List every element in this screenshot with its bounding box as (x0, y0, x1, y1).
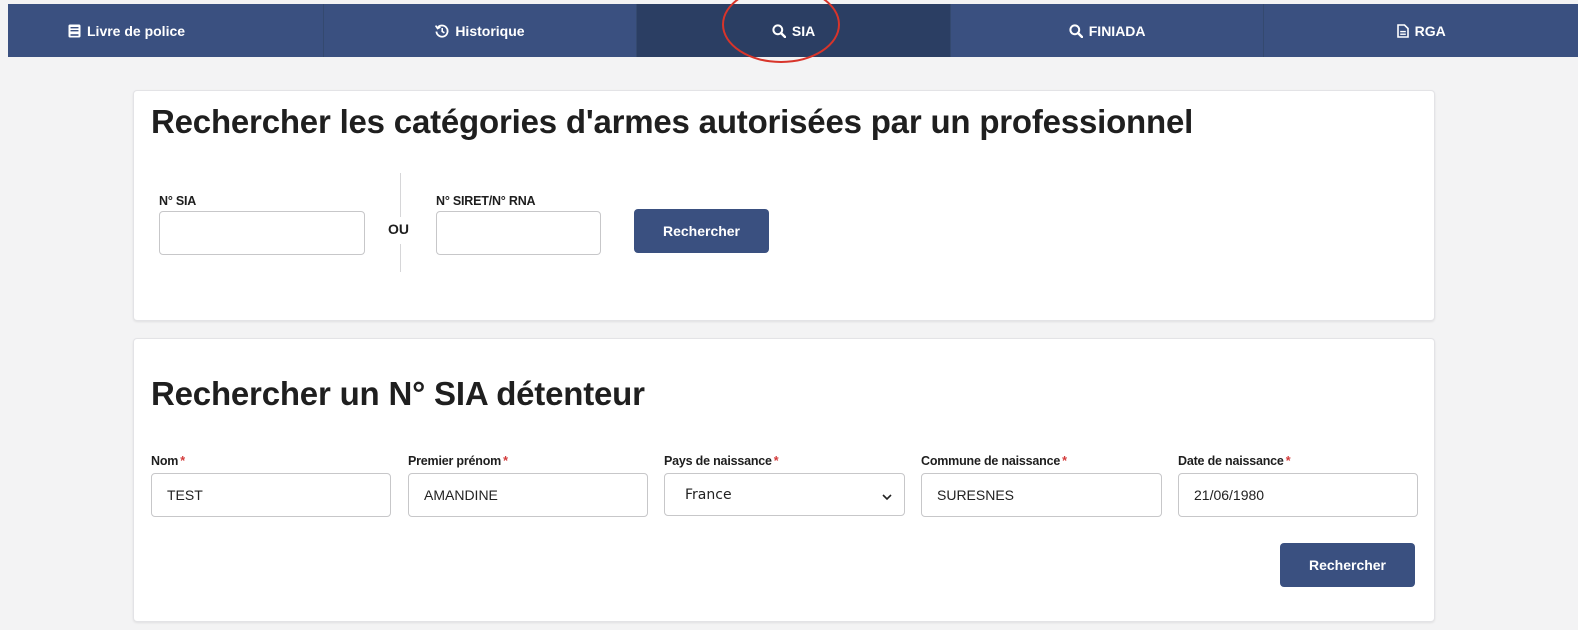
search-icon (1069, 23, 1083, 38)
page: Livre de police Historique SIA FINIADA R… (0, 0, 1578, 630)
tab-label: Historique (455, 22, 525, 39)
tab-historique[interactable]: Historique (324, 4, 638, 57)
chevron-down-icon (882, 489, 892, 505)
siret-rna-input[interactable] (436, 211, 601, 255)
holder-search-title: Rechercher un N° SIA détenteur (151, 375, 645, 412)
nom-label: Nom * (151, 454, 185, 468)
history-icon (435, 24, 449, 38)
tab-finiada[interactable]: FINIADA (951, 4, 1265, 57)
required-mark: * (1062, 454, 1067, 468)
tab-label: SIA (791, 22, 816, 39)
tab-label: RGA (1414, 22, 1446, 39)
book-icon (68, 24, 81, 38)
tab-sia[interactable]: SIA (637, 4, 951, 57)
divider-bottom (400, 244, 401, 272)
search-professional-button[interactable]: Rechercher (634, 209, 769, 253)
commune-label-text: Commune de naissance (921, 454, 1061, 468)
sia-number-label: N° SIA (159, 194, 197, 208)
professional-search-card: Rechercher les catégories d'armes autori… (133, 90, 1435, 321)
holder-search-card: Rechercher un N° SIA détenteur Nom* Prem… (133, 338, 1435, 622)
or-separator: OU (388, 221, 409, 237)
tab-label: FINIADA (1088, 22, 1146, 39)
date-label-text: Date de naissance (1178, 454, 1284, 468)
top-navigation: Livre de police Historique SIA FINIADA R… (8, 4, 1578, 57)
pays-label: Pays de naissance * (664, 454, 779, 468)
search-icon (772, 23, 786, 38)
commune-label: Commune de naissance * (921, 454, 1067, 468)
tab-livre-de-police[interactable]: Livre de police (8, 4, 324, 57)
prenom-label-text: Premier prénom (408, 454, 502, 468)
required-mark: * (1285, 454, 1291, 468)
required-mark: * (180, 454, 185, 468)
prenom-label: Premier prénom * (408, 454, 508, 468)
siret-rna-label: N° SIRET/N° RNA (436, 194, 536, 208)
pays-select[interactable]: France (664, 473, 905, 516)
nom-input[interactable] (151, 473, 391, 517)
tab-rga[interactable]: RGA (1264, 4, 1578, 57)
prenom-input[interactable] (408, 473, 648, 517)
professional-search-title: Rechercher les catégories d'armes autori… (151, 103, 1194, 140)
commune-input[interactable] (921, 473, 1162, 517)
date-input[interactable] (1178, 473, 1418, 517)
search-holder-button[interactable]: Rechercher (1280, 543, 1415, 587)
document-icon (1396, 23, 1409, 38)
pays-selected-value: France (685, 486, 732, 503)
required-mark: * (503, 454, 508, 468)
divider-top (400, 173, 401, 217)
sia-number-input[interactable] (159, 211, 365, 255)
date-label: Date de naissance * (1178, 454, 1291, 468)
tab-label: Livre de police (87, 22, 186, 39)
pays-label-text: Pays de naissance (664, 454, 772, 468)
required-mark: * (773, 454, 779, 468)
nom-label-text: Nom (151, 454, 179, 468)
